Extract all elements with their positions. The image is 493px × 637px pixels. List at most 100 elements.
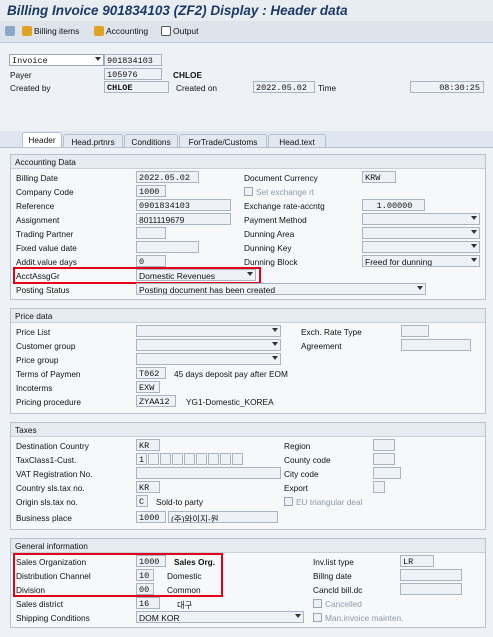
accounting-icon [94,26,104,36]
output-button[interactable]: Output [161,26,199,36]
pricing-procedure-label: Pricing procedure [16,397,82,407]
destination-country-field[interactable]: KR [136,439,160,451]
incoterms-label: Incoterms [16,383,53,393]
trading-partner-field[interactable] [136,227,166,239]
dunning-area-select[interactable] [362,227,480,239]
terms-of-payment-text: 45 days deposit pay after EOM [174,369,288,379]
dunning-key-select[interactable] [362,241,480,253]
taxclass-field-3[interactable] [160,453,171,465]
document-type-select[interactable]: Invoice [9,54,104,66]
taxclass-field-9[interactable] [232,453,243,465]
posting-status-select[interactable]: Posting document has been created [136,283,426,295]
country-sls-tax-field[interactable]: KR [136,481,160,493]
taxclass-field-7[interactable] [208,453,219,465]
tab-strip: Header Head.prtnrs Conditions ForTrade/C… [0,131,493,148]
exch-rate-type-field[interactable] [401,325,429,337]
export-field[interactable] [373,481,385,493]
man-invoice-mainten-label: Man.invoice mainten. [325,613,404,623]
exchange-rate-field[interactable]: 1.00000 [362,199,425,211]
sales-district-field[interactable]: 16 [136,597,160,609]
vat-registration-label: VAT Registration No. [16,469,93,479]
chevron-down-icon [295,614,301,618]
taxclass-field-5[interactable] [184,453,195,465]
taxclass-field-8[interactable] [220,453,231,465]
document-number-field[interactable]: 901834103 [104,54,162,66]
set-exchange-rt-checkbox[interactable] [244,187,253,196]
county-code-field[interactable] [373,453,395,465]
payer-field[interactable]: 105976 [104,68,162,80]
tab-fortrade-customs[interactable]: ForTrade/Customs [179,134,267,148]
price-group-select[interactable] [136,353,281,365]
billing-date-label: Billng date [313,571,352,581]
dunning-block-label: Dunning Block [244,257,298,267]
time-field[interactable]: 08:30:25 [410,81,484,93]
origin-sls-tax-field[interactable]: C [136,495,148,507]
agreement-field[interactable] [401,339,471,351]
customer-group-select[interactable] [136,339,281,351]
chevron-down-icon [471,216,477,220]
business-place-text: (주)와이지-원 [168,511,278,523]
vat-registration-field[interactable] [136,467,281,479]
dunning-key-label: Dunning Key [244,243,292,253]
price-list-select[interactable] [136,325,281,337]
created-by-field[interactable]: CHLOE [104,81,169,93]
eu-triangular-deal-label: EU triangular deal [296,497,363,507]
billing-date-field[interactable] [400,569,462,581]
payment-method-select[interactable] [362,213,480,225]
man-invoice-mainten-checkbox[interactable] [313,613,322,622]
country-sls-tax-label: Country sls.tax no. [16,483,85,493]
fixed-value-date-field[interactable] [136,241,199,253]
shipping-conditions-select[interactable]: DOM KOR [136,611,304,623]
addit-value-days-field[interactable]: 0 [136,255,166,267]
reference-field[interactable]: 0901834103 [136,199,231,211]
billing-items-icon [22,26,32,36]
output-icon [161,26,171,36]
cancelled-checkbox[interactable] [313,599,322,608]
origin-sls-tax-text: Sold-to party [156,497,204,507]
export-label: Export [284,483,308,493]
accounting-button[interactable]: Accounting [94,26,148,36]
terms-of-payment-label: Terms of Paymen [16,369,81,379]
set-exchange-rt-label: Set exchange rt [256,187,315,197]
tab-conditions[interactable]: Conditions [124,134,178,148]
cancelled-billing-doc-field[interactable] [400,583,462,595]
tab-head-partners[interactable]: Head.prtnrs [63,134,123,148]
company-code-field[interactable]: 1000 [136,185,166,197]
accounting-data-group: Accounting Data Billing Date 2022.05.02 … [10,154,486,300]
terms-of-payment-field[interactable]: T062 [136,367,166,379]
addit-value-days-label: Addit.value days [16,257,77,267]
chevron-down-icon [272,356,278,360]
taxclass-field-2[interactable] [148,453,159,465]
city-code-field[interactable] [373,467,401,479]
billing-date-field[interactable]: 2022.05.02 [136,171,199,183]
header-area: Invoice 901834103 Payer 105976 CHLOE Cre… [0,43,493,131]
display-change-button[interactable] [5,26,17,36]
tab-header[interactable]: Header [22,132,62,148]
payment-method-label: Payment Method [244,215,307,225]
eu-triangular-deal-checkbox[interactable] [284,497,293,506]
price-group-label: Price group [16,355,59,365]
taxclass-field-6[interactable] [196,453,207,465]
incoterms-field[interactable]: EXW [136,381,160,393]
county-code-label: County code [284,455,331,465]
dunning-area-label: Dunning Area [244,229,295,239]
region-field[interactable] [373,439,395,451]
taxclass-label: TaxClass1-Cust. [16,455,77,465]
dunning-block-select[interactable]: Freed for dunning [362,255,480,267]
taxes-group: Taxes Destination Country KR TaxClass1-C… [10,422,486,530]
assignment-field[interactable]: 8011119679 [136,213,231,225]
assignment-label: Assignment [16,215,60,225]
inv-list-type-field[interactable]: LR [400,555,434,567]
pricing-procedure-field[interactable]: ZYAA12 [136,395,176,407]
price-data-group: Price data Price List Customer group Pri… [10,308,486,414]
general-information-group: General information Sales Organization 1… [10,538,486,628]
business-place-field[interactable]: 1000 [136,511,166,523]
taxclass-field-1[interactable]: 1 [136,453,147,465]
billing-items-button[interactable]: Billing items [22,26,79,36]
chevron-down-icon [272,328,278,332]
tab-head-text[interactable]: Head.text [268,134,326,148]
acct-assg-gr-highlight [13,267,261,284]
document-currency-field[interactable]: KRW [362,171,396,183]
created-on-field[interactable]: 2022.05.02 [253,81,315,93]
taxclass-field-4[interactable] [172,453,183,465]
